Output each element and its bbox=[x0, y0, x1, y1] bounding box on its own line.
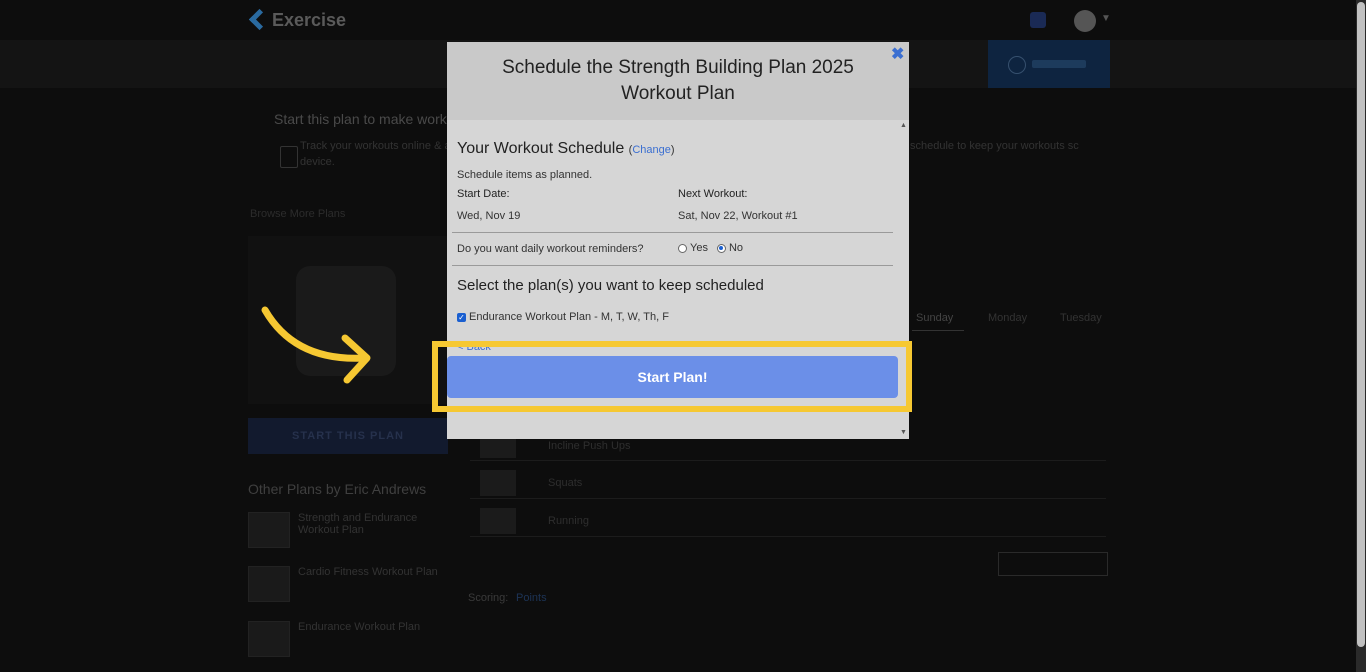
browse-plans-link[interactable]: Browse More Plans bbox=[250, 208, 345, 220]
reminder-no-label[interactable]: No bbox=[729, 242, 743, 254]
add-button[interactable] bbox=[998, 552, 1108, 576]
scoring-value: Points bbox=[516, 592, 547, 604]
user-avatar[interactable] bbox=[1074, 10, 1096, 32]
start-date-label: Start Date: bbox=[457, 188, 510, 200]
tab-sunday[interactable]: Sunday bbox=[916, 312, 953, 324]
scroll-up-icon[interactable]: ▲ bbox=[900, 122, 907, 129]
reminder-yes-label[interactable]: Yes bbox=[690, 242, 708, 254]
exercise-thumb bbox=[480, 470, 516, 496]
change-link-wrap[interactable]: (Change) bbox=[629, 144, 675, 156]
close-icon[interactable]: ✖ bbox=[891, 44, 904, 64]
other-plans-heading: Other Plans by Eric Andrews bbox=[248, 481, 427, 497]
tab-monday[interactable]: Monday bbox=[988, 312, 1027, 324]
plan-checkbox-row[interactable]: ✓ Endurance Workout Plan - M, T, W, Th, … bbox=[457, 311, 669, 323]
intro-text-right: schedule to keep your workouts sc bbox=[910, 140, 1079, 152]
other-plan-2[interactable]: Cardio Fitness Workout Plan bbox=[298, 566, 438, 578]
app-name: Exercise bbox=[272, 10, 347, 30]
other-plan-3[interactable]: Endurance Workout Plan bbox=[298, 621, 420, 633]
top-bar: Exercise ▼ bbox=[0, 0, 1356, 40]
exercise-row-1: Incline Push Ups bbox=[548, 440, 631, 452]
schedule-note: Schedule items as planned. bbox=[457, 169, 593, 181]
chevron-down-icon[interactable]: ▼ bbox=[1101, 13, 1111, 24]
next-workout-label: Next Workout: bbox=[678, 188, 748, 200]
divider bbox=[452, 232, 893, 233]
change-link[interactable]: Change bbox=[632, 144, 671, 156]
row-divider bbox=[470, 536, 1106, 537]
plan-thumb bbox=[248, 512, 290, 548]
plan-checkbox[interactable]: ✓ bbox=[457, 312, 466, 322]
notification-icon[interactable] bbox=[1030, 12, 1046, 28]
phone-icon bbox=[280, 146, 298, 168]
nav-action-button[interactable] bbox=[988, 40, 1110, 88]
plan-thumb bbox=[248, 621, 290, 657]
start-date-value: Wed, Nov 19 bbox=[457, 210, 521, 222]
scoring-label: Scoring: bbox=[468, 592, 509, 604]
reminder-radio-group: Yes No bbox=[678, 242, 743, 254]
back-link[interactable]: < Back bbox=[457, 341, 491, 353]
modal-header: Schedule the Strength Building Plan 2025… bbox=[447, 42, 909, 120]
page-scrollbar-thumb[interactable] bbox=[1357, 2, 1365, 647]
schedule-heading: Your Workout Schedule (Change) bbox=[457, 140, 675, 158]
reminder-question: Do you want daily workout reminders? bbox=[457, 243, 644, 255]
app-logo[interactable]: Exercise bbox=[250, 10, 346, 31]
start-plan-button[interactable]: Start Plan! bbox=[447, 356, 898, 398]
intro-text-2: device. bbox=[300, 156, 335, 168]
reminder-no-radio[interactable] bbox=[716, 243, 726, 253]
exercise-row-3: Running bbox=[548, 515, 589, 527]
plan-thumb bbox=[248, 566, 290, 602]
schedule-heading-text: Your Workout Schedule bbox=[457, 140, 625, 157]
intro-title: Start this plan to make work bbox=[274, 111, 447, 127]
other-plan-1[interactable]: Strength and Endurance Workout Plan bbox=[298, 512, 438, 536]
intro-text: Track your workouts online & a bbox=[300, 140, 451, 152]
logo-icon bbox=[250, 12, 266, 30]
modal-title: Schedule the Strength Building Plan 2025… bbox=[502, 57, 854, 104]
select-plans-heading: Select the plan(s) you want to keep sche… bbox=[457, 277, 764, 294]
tab-tuesday[interactable]: Tuesday bbox=[1060, 312, 1102, 324]
row-divider bbox=[470, 460, 1106, 461]
exercise-row-2: Squats bbox=[548, 477, 583, 489]
tab-underline bbox=[912, 330, 964, 331]
schedule-plan-modal: Schedule the Strength Building Plan 2025… bbox=[447, 42, 909, 439]
exercise-thumb bbox=[480, 508, 516, 534]
annotation-arrow-icon bbox=[261, 306, 371, 384]
divider bbox=[452, 265, 893, 266]
scroll-down-icon[interactable]: ▼ bbox=[900, 429, 907, 436]
start-this-plan-button[interactable]: START THIS PLAN bbox=[248, 418, 448, 454]
reminder-yes-radio[interactable] bbox=[678, 243, 687, 253]
plan-checkbox-label[interactable]: Endurance Workout Plan - M, T, W, Th, F bbox=[469, 311, 669, 323]
plus-icon bbox=[1008, 56, 1026, 74]
next-workout-value: Sat, Nov 22, Workout #1 bbox=[678, 210, 798, 222]
row-divider bbox=[470, 498, 1106, 499]
